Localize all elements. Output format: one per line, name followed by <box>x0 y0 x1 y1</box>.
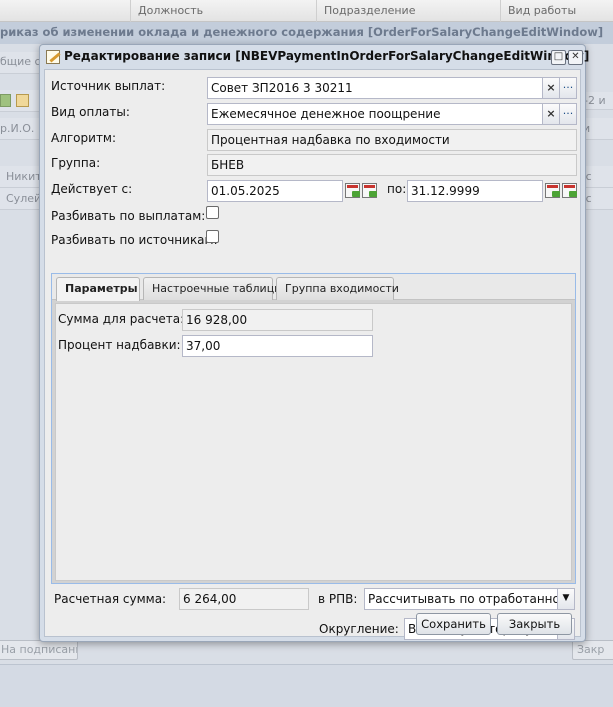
tab-panel: Параметры Настроечные таблицы Группа вхо… <box>51 273 576 584</box>
algorithm-label: Алгоритм: <box>51 131 117 145</box>
pay-type-field[interactable]: Ежемесячное денежное поощрение <box>207 103 543 125</box>
background-close-button[interactable]: Закр <box>572 640 613 660</box>
rpv-label: в РПВ: <box>318 592 358 606</box>
clear-pay-type-icon[interactable]: × <box>543 103 560 125</box>
save-button[interactable]: Сохранить <box>416 613 491 635</box>
bonus-percent-label: Процент надбавки: <box>58 338 181 352</box>
window-title: Редактирование записи [NBEVPaymentInOrde… <box>64 49 590 63</box>
calendar-icon[interactable] <box>545 183 560 198</box>
tab-membership-group[interactable]: Группа входимости <box>276 277 399 300</box>
edit-record-icon <box>46 50 60 64</box>
algorithm-field: Процентная надбавка по входимости <box>207 129 577 151</box>
tab-settings-tables[interactable]: Настроечные таблицы <box>143 277 283 300</box>
background-footer <box>0 664 613 707</box>
split-sources-label: Разбивать по источникам: <box>51 233 218 247</box>
background-row: Сулей <box>0 188 40 210</box>
tab-parameters[interactable]: Параметры <box>56 277 140 301</box>
calc-sum-field: 6 264,00 <box>179 588 309 610</box>
window-header[interactable]: Редактирование записи [NBEVPaymentInOrde… <box>40 45 589 69</box>
column-header-position: Должность <box>138 4 204 17</box>
calendar-today-icon[interactable] <box>562 183 577 198</box>
chevron-down-icon[interactable]: ▼ <box>558 588 575 610</box>
calc-base-label: Сумма для расчета: <box>58 312 185 326</box>
background-row: Никит <box>0 166 40 188</box>
tab-strip: Параметры Настроечные таблицы Группа вхо… <box>52 274 575 301</box>
source-field[interactable]: Совет ЗП2016 3 30211 <box>207 77 543 99</box>
calendar-icon[interactable] <box>345 183 360 198</box>
window-body: Источник выплат: Совет ЗП2016 3 30211 × … <box>44 69 581 640</box>
group-field: БНЕВ <box>207 154 577 176</box>
split-payments-checkbox[interactable] <box>206 206 219 219</box>
rounding-label: Округление: <box>319 622 399 636</box>
split-payments-label: Разбивать по выплатам: <box>51 209 206 223</box>
valid-from-label: Действует с: <box>51 182 133 196</box>
column-header-work-type: Вид работы <box>508 4 577 17</box>
clear-source-icon[interactable]: × <box>543 77 560 99</box>
bonus-percent-field[interactable]: 37,00 <box>182 335 373 357</box>
maximize-icon[interactable]: □ <box>551 50 566 65</box>
split-sources-checkbox[interactable] <box>206 230 219 243</box>
valid-from-field[interactable]: 01.05.2025 <box>207 180 343 202</box>
parameters-panel: Сумма для расчета: 16 928,00 Процент над… <box>55 303 572 581</box>
background-fio-header: р.И.О. <box>0 118 40 140</box>
calc-sum-label: Расчетная сумма: <box>54 592 167 606</box>
edit-icon <box>16 94 29 107</box>
valid-to-label: по: <box>387 182 407 196</box>
close-icon[interactable]: ✕ <box>568 50 583 65</box>
column-header-department: Подразделение <box>324 4 416 17</box>
source-label: Источник выплат: <box>51 79 166 93</box>
group-label: Группа: <box>51 156 101 170</box>
sign-button[interactable]: На подписание <box>0 640 78 660</box>
select-source-button[interactable]: ··· <box>560 77 577 99</box>
background-toolbar <box>0 90 40 112</box>
background-tab-fragment: бщие св <box>0 52 40 74</box>
valid-to-field[interactable]: 31.12.9999 <box>407 180 543 202</box>
add-icon <box>0 94 11 107</box>
rpv-select[interactable]: Рассчитывать по отработанному вр <box>364 588 558 610</box>
calc-base-field: 16 928,00 <box>182 309 373 331</box>
calendar-today-icon[interactable] <box>362 183 377 198</box>
select-pay-type-button[interactable]: ··· <box>560 103 577 125</box>
pay-type-label: Вид оплаты: <box>51 105 130 119</box>
background-window-title: риказ об изменении оклада и денежного со… <box>0 22 613 44</box>
edit-record-window: Редактирование записи [NBEVPaymentInOrde… <box>39 44 589 642</box>
close-button[interactable]: Закрыть <box>497 613 572 635</box>
background-grid-header: Должность Подразделение Вид работы <box>0 0 613 22</box>
